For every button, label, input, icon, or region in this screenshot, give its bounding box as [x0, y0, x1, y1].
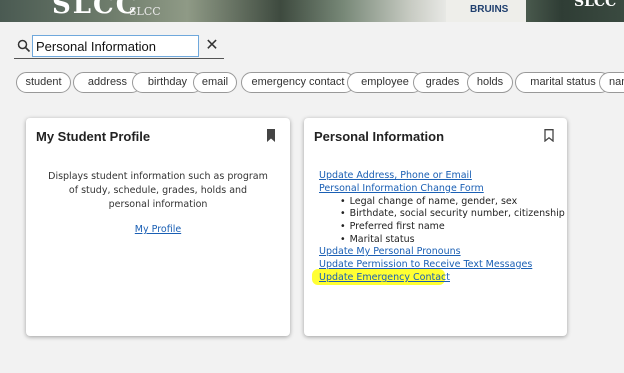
search-icon — [17, 39, 31, 53]
slcc-logo-subtext: SLCC — [129, 5, 161, 18]
chip-name[interactable]: name — [599, 72, 624, 93]
chip-student[interactable]: student — [16, 72, 71, 93]
chip-marital-status[interactable]: marital status — [515, 72, 611, 93]
update-text-permission-link[interactable]: Update Permission to Receive Text Messag… — [319, 259, 532, 271]
card-personal-information: Personal Information Update Address, Pho… — [304, 118, 567, 336]
card-description: Displays student information such as pro… — [48, 171, 268, 210]
chip-email[interactable]: email — [193, 72, 237, 93]
card-title: My Student Profile — [36, 129, 151, 144]
filter-chips: student address birthday email emergency… — [15, 72, 624, 93]
list-item: Marital status — [340, 234, 415, 246]
chip-emergency-contact[interactable]: emergency contact — [241, 72, 355, 93]
chip-holds[interactable]: holds — [467, 72, 513, 93]
list-item: Preferred first name — [340, 221, 445, 233]
update-pronouns-link[interactable]: Update My Personal Pronouns — [319, 246, 461, 258]
search-bar: ✕ — [14, 35, 224, 59]
update-address-link[interactable]: Update Address, Phone or Email — [319, 170, 472, 182]
header-banner: SLCC SLCC BRUINS SLCC — [0, 0, 624, 22]
personal-info-change-form-link[interactable]: Personal Information Change Form — [319, 183, 484, 195]
list-item: Birthdate, social security number, citiz… — [340, 208, 565, 220]
slcc-logo: SLCC — [52, 0, 139, 20]
update-emergency-contact-link[interactable]: Update Emergency Contact — [319, 272, 450, 284]
chip-grades[interactable]: grades — [413, 72, 472, 93]
chip-employee[interactable]: employee — [347, 72, 423, 93]
search-input[interactable] — [32, 35, 199, 57]
card-title: Personal Information — [314, 129, 445, 144]
banner-corner-text: SLCC — [574, 0, 617, 10]
bookmark-filled-icon[interactable] — [266, 129, 276, 142]
list-item: Legal change of name, gender, sex — [340, 196, 518, 208]
bookmark-outline-icon[interactable] — [544, 129, 554, 142]
my-profile-link[interactable]: My Profile — [26, 224, 290, 235]
banner-shirt-text: BRUINS — [470, 4, 509, 15]
clear-search-icon[interactable]: ✕ — [204, 37, 220, 53]
card-my-student-profile: My Student Profile Displays student info… — [26, 118, 290, 336]
